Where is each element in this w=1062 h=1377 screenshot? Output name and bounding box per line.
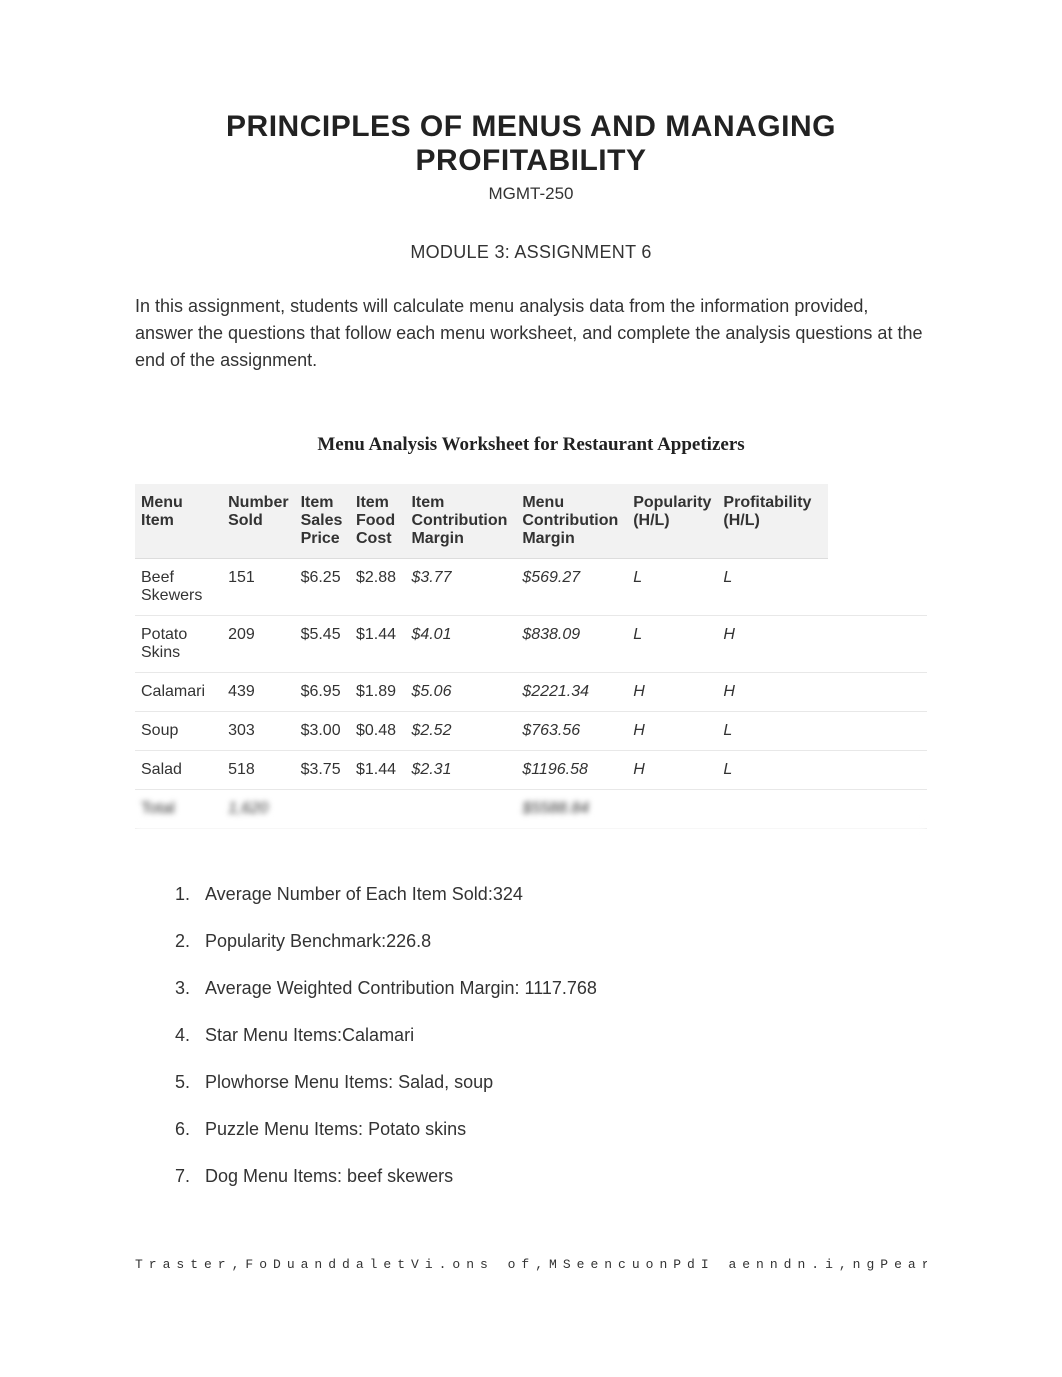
cell-number-sold: 151: [222, 559, 294, 616]
table-row: Calamari 439 $6.95 $1.89 $5.06 $2221.34 …: [135, 673, 927, 712]
intro-paragraph: In this assignment, students will calcul…: [135, 293, 927, 374]
cell-sales-price: $6.95: [295, 673, 350, 712]
cell-food-cost: $1.89: [350, 673, 405, 712]
cell-sales-price: $3.00: [295, 712, 350, 751]
cell-item: Salad: [135, 751, 222, 790]
cell-contribution-margin: $4.01: [405, 616, 516, 673]
cell-empty: [295, 790, 350, 829]
table-row: Soup 303 $3.00 $0.48 $2.52 $763.56 H L: [135, 712, 927, 751]
cell-item: Soup: [135, 712, 222, 751]
cell-menu-contribution-margin: $1196.58: [516, 751, 627, 790]
cell-food-cost: $0.48: [350, 712, 405, 751]
cell-menu-contribution-margin: $2221.34: [516, 673, 627, 712]
list-item: Plowhorse Menu Items: Salad, soup: [195, 1072, 927, 1093]
header-food-cost: Item Food Cost: [350, 484, 405, 559]
cell-profitability: L: [717, 751, 828, 790]
cell-contribution-margin: $3.77: [405, 559, 516, 616]
cell-number-sold: 303: [222, 712, 294, 751]
cell-food-cost: $1.44: [350, 751, 405, 790]
cell-sales-price: $6.25: [295, 559, 350, 616]
cell-profitability: H: [717, 673, 828, 712]
questions-list: Average Number of Each Item Sold:324 Pop…: [135, 884, 927, 1187]
cell-total-menu-contribution-margin: $5588.84: [516, 790, 627, 829]
cell-contribution-margin: $5.06: [405, 673, 516, 712]
cell-item: Beef Skewers: [135, 559, 222, 616]
course-code: MGMT-250: [135, 184, 927, 204]
table-row: Beef Skewers 151 $6.25 $2.88 $3.77 $569.…: [135, 559, 927, 616]
header-profitability: Profitability (H/L): [717, 484, 828, 559]
cell-item: Potato Skins: [135, 616, 222, 673]
table-row: Salad 518 $3.75 $1.44 $2.31 $1196.58 H L: [135, 751, 927, 790]
table-total-row: Total 1,620 $5588.84: [135, 790, 927, 829]
cell-number-sold: 439: [222, 673, 294, 712]
cell-item: Calamari: [135, 673, 222, 712]
cell-total-label: Total: [135, 790, 222, 829]
menu-analysis-table: Menu Item Number Sold Item Sales Price I…: [135, 484, 927, 829]
list-item: Star Menu Items:Calamari: [195, 1025, 927, 1046]
header-number-sold: Number Sold: [222, 484, 294, 559]
table-row: Potato Skins 209 $5.45 $1.44 $4.01 $838.…: [135, 616, 927, 673]
cell-food-cost: $1.44: [350, 616, 405, 673]
header-menu-contribution-margin: Menu Contribution Margin: [516, 484, 627, 559]
cell-empty: [350, 790, 405, 829]
cell-food-cost: $2.88: [350, 559, 405, 616]
cell-popularity: H: [627, 673, 717, 712]
cell-menu-contribution-margin: $763.56: [516, 712, 627, 751]
header-popularity: Popularity (H/L): [627, 484, 717, 559]
header-sales-price: Item Sales Price: [295, 484, 350, 559]
cell-number-sold: 209: [222, 616, 294, 673]
header-contribution-margin: Item Contribution Margin: [405, 484, 516, 559]
cell-empty: [717, 790, 828, 829]
worksheet-title: Menu Analysis Worksheet for Restaurant A…: [135, 434, 927, 456]
footer-citation: Traster,FoDuanddaletVi.ons of,MSeencuonP…: [135, 1257, 927, 1272]
table-header-row: Menu Item Number Sold Item Sales Price I…: [135, 484, 927, 559]
cell-profitability: H: [717, 616, 828, 673]
cell-popularity: L: [627, 559, 717, 616]
cell-sales-price: $5.45: [295, 616, 350, 673]
list-item: Dog Menu Items: beef skewers: [195, 1166, 927, 1187]
cell-empty: [627, 790, 717, 829]
cell-sales-price: $3.75: [295, 751, 350, 790]
list-item: Average Weighted Contribution Margin: 11…: [195, 978, 927, 999]
cell-popularity: H: [627, 751, 717, 790]
list-item: Popularity Benchmark:226.8: [195, 931, 927, 952]
cell-popularity: H: [627, 712, 717, 751]
page-title: PRINCIPLES OF MENUS AND MANAGING PROFITA…: [135, 110, 927, 178]
cell-profitability: L: [717, 559, 828, 616]
header-menu-item: Menu Item: [135, 484, 222, 559]
cell-contribution-margin: $2.52: [405, 712, 516, 751]
cell-empty: [405, 790, 516, 829]
list-item: Puzzle Menu Items: Potato skins: [195, 1119, 927, 1140]
cell-menu-contribution-margin: $569.27: [516, 559, 627, 616]
cell-contribution-margin: $2.31: [405, 751, 516, 790]
cell-profitability: L: [717, 712, 828, 751]
cell-number-sold: 518: [222, 751, 294, 790]
list-item: Average Number of Each Item Sold:324: [195, 884, 927, 905]
cell-menu-contribution-margin: $838.09: [516, 616, 627, 673]
cell-popularity: L: [627, 616, 717, 673]
cell-total-number-sold: 1,620: [222, 790, 294, 829]
module-assignment-line: MODULE 3: ASSIGNMENT 6: [135, 242, 927, 263]
